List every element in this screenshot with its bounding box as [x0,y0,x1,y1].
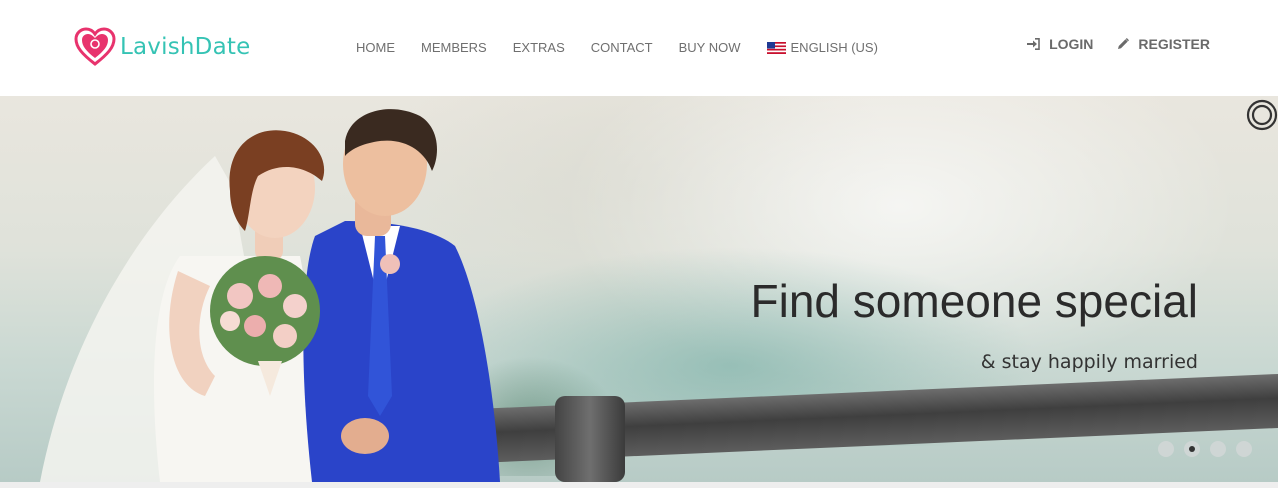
register-label: REGISTER [1138,36,1210,52]
login-link[interactable]: LOGIN [1027,36,1093,52]
heart-logo-icon [74,27,116,66]
hero-title: Find someone special [750,275,1198,327]
site-header: LavishDate HOME MEMBERS EXTRAS CONTACT B… [0,0,1278,96]
login-label: LOGIN [1049,36,1094,52]
pencil-icon [1118,38,1130,49]
hero-slider: Find someone special & stay happily marr… [0,96,1278,482]
page-bottom-strip [0,482,1278,488]
hero-railing-joint [555,396,625,482]
slider-dot-3[interactable] [1210,441,1226,457]
slider-pagination [1148,441,1252,457]
register-link[interactable]: REGISTER [1117,36,1210,52]
wedding-couple-illustration [40,109,500,482]
us-flag-icon [766,41,786,54]
sign-in-icon [1027,38,1040,50]
hero-subtitle: & stay happily married [980,351,1198,373]
power-icon[interactable] [1246,99,1278,131]
slider-dot-2[interactable] [1184,441,1200,457]
language-label: ENGLISH (US) [790,40,878,55]
brand-name: LavishDate [120,34,251,60]
slider-dot-4[interactable] [1236,441,1252,457]
slider-dot-1[interactable] [1158,441,1174,457]
auth-links: LOGIN REGISTER [1003,36,1210,52]
nav-item-contact[interactable]: CONTACT [591,40,653,55]
logo[interactable]: LavishDate [74,27,250,67]
nav-item-members[interactable]: MEMBERS [421,40,487,55]
nav-item-buy-now[interactable]: BUY NOW [679,40,741,55]
nav-item-home[interactable]: HOME [356,40,395,55]
main-nav: HOME MEMBERS EXTRAS CONTACT BUY NOW ENGL… [356,40,878,55]
nav-item-extras[interactable]: EXTRAS [513,40,565,55]
language-selector[interactable]: ENGLISH (US) [766,40,878,55]
